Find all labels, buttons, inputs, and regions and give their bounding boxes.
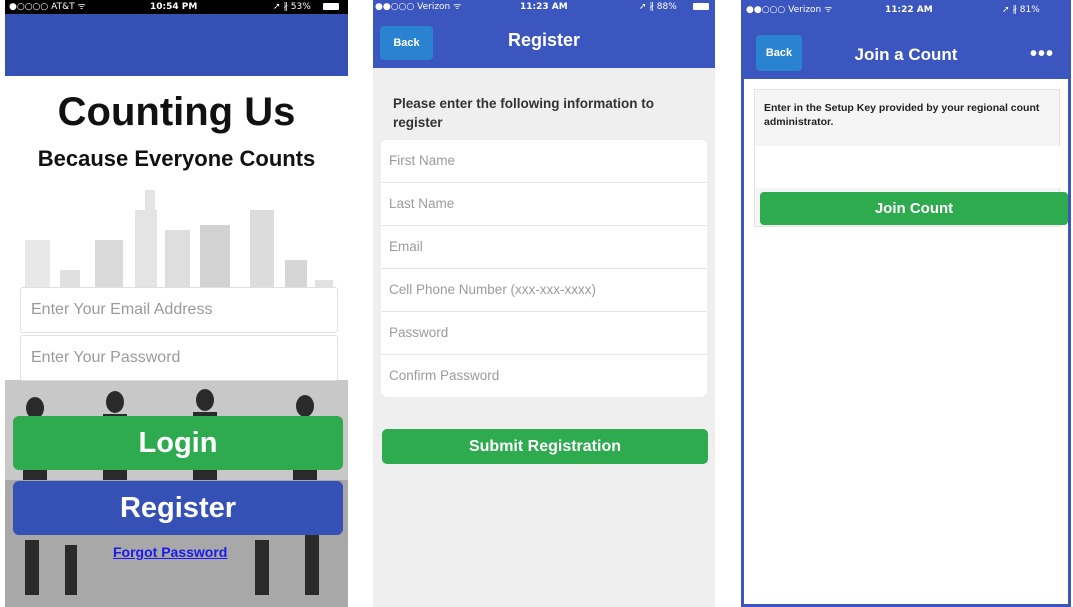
register-screen: ●●○○○ Verizon ᯤ 11:23 AM ➚ ∦ 88% Back Re… bbox=[373, 0, 715, 607]
login-screen: ●○○○○ AT&T ᯤ 10:54 PM ➚ ∦ 53% Counting U… bbox=[5, 0, 348, 607]
carrier-signal: ●○○○○ AT&T ᯤ bbox=[9, 2, 86, 12]
forgot-password-link[interactable]: Forgot Password bbox=[113, 544, 227, 560]
password-field[interactable]: Password bbox=[381, 312, 707, 355]
join-count-button[interactable]: Join Count bbox=[760, 192, 1068, 225]
confirm-password-field[interactable]: Confirm Password bbox=[381, 355, 707, 397]
cell-phone-placeholder: Cell Phone Number (xxx-xxx-xxxx) bbox=[389, 282, 597, 297]
page-title: Register bbox=[507, 30, 581, 50]
carrier-signal: ●●○○○ Verizon ᯤ bbox=[746, 5, 833, 15]
register-button[interactable]: Register bbox=[13, 481, 343, 535]
app-subtitle: Because Everyone Counts bbox=[37, 146, 316, 171]
password-input[interactable]: Enter Your Password bbox=[20, 335, 338, 381]
carrier-signal: ●●○○○ Verizon ᯤ bbox=[375, 2, 462, 12]
password-placeholder: Password bbox=[389, 325, 449, 340]
submit-registration-button[interactable]: Submit Registration bbox=[382, 429, 708, 464]
more-options-icon[interactable]: ••• bbox=[1030, 43, 1054, 66]
battery-icon bbox=[693, 3, 709, 10]
status-bar: ●●○○○ Verizon ᯤ 11:23 AM ➚ ∦ 88% bbox=[373, 0, 715, 14]
last-name-field[interactable]: Last Name bbox=[381, 183, 707, 226]
email-placeholder: Email bbox=[389, 239, 423, 254]
status-time: 10:54 PM bbox=[150, 2, 198, 12]
confirm-password-placeholder: Confirm Password bbox=[389, 368, 500, 383]
first-name-field[interactable]: First Name bbox=[381, 140, 707, 183]
battery-icon bbox=[323, 3, 339, 10]
register-instructions: Please enter the following information t… bbox=[393, 96, 655, 130]
password-placeholder: Enter Your Password bbox=[31, 349, 181, 366]
status-bar: ●○○○○ AT&T ᯤ 10:54 PM ➚ ∦ 53% bbox=[5, 0, 348, 14]
setup-key-instructions: Enter in the Setup Key provided by your … bbox=[764, 102, 1040, 128]
email-field[interactable]: Email bbox=[381, 226, 707, 269]
header-bar bbox=[5, 14, 348, 76]
registration-form: First Name Last Name Email Cell Phone Nu… bbox=[381, 140, 707, 397]
battery-status: ➚ ∦ 53% bbox=[273, 2, 311, 12]
login-button[interactable]: Login bbox=[13, 416, 343, 470]
battery-status: ➚ ∦ 88% bbox=[639, 2, 677, 12]
email-input[interactable]: Enter Your Email Address bbox=[20, 287, 338, 333]
cell-phone-field[interactable]: Cell Phone Number (xxx-xxx-xxxx) bbox=[381, 269, 707, 312]
status-bar: ●●○○○ Verizon ᯤ 11:22 AM ➚ ∦ 81% bbox=[744, 3, 1068, 17]
join-count-screen: ●●○○○ Verizon ᯤ 11:22 AM ➚ ∦ 81% Back Jo… bbox=[741, 0, 1071, 607]
app-title: Counting Us bbox=[57, 90, 296, 134]
status-time: 11:23 AM bbox=[520, 2, 568, 12]
battery-status: ➚ ∦ 81% bbox=[1002, 5, 1040, 15]
last-name-placeholder: Last Name bbox=[389, 196, 455, 211]
first-name-placeholder: First Name bbox=[389, 153, 456, 168]
page-title: Join a Count bbox=[854, 45, 958, 64]
setup-key-input[interactable] bbox=[755, 146, 1063, 188]
status-time: 11:22 AM bbox=[885, 5, 933, 15]
email-placeholder: Enter Your Email Address bbox=[31, 301, 213, 318]
